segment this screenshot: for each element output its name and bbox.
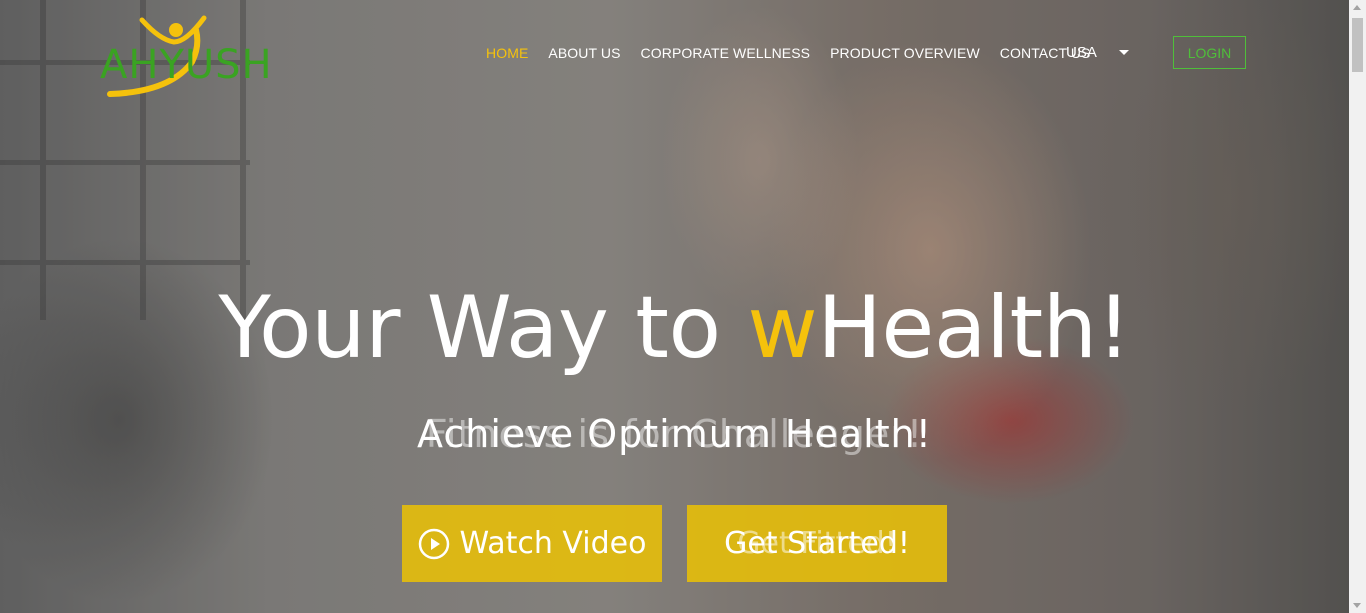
get-started-button[interactable]: Get Fitted! Get Started! [687,505,947,582]
login-button[interactable]: LOGIN [1173,36,1246,69]
scroll-up-arrow-icon[interactable] [1353,5,1361,10]
logo-text: AHYUSH [100,42,273,88]
vertical-scrollbar[interactable] [1349,0,1366,613]
main-nav: HOME ABOUT US CORPORATE WELLNESS PRODUCT… [486,44,1111,62]
headline-before: Your Way to [218,278,748,378]
headline-after: Health! [817,278,1131,378]
subtitle-text: Achieve Optimum Health! [417,412,932,456]
play-circle-icon [418,528,449,559]
nav-corporate-wellness[interactable]: CORPORATE WELLNESS [641,45,811,61]
watch-video-label: Watch Video [459,526,647,561]
nav-home[interactable]: HOME [486,45,528,61]
nav-about-us[interactable]: ABOUT US [548,45,620,61]
brand-logo[interactable]: AHYUSH [100,10,275,100]
headline-accent: w [747,278,818,378]
nav-product-overview[interactable]: PRODUCT OVERVIEW [830,45,980,61]
scroll-down-arrow-icon[interactable] [1353,603,1361,608]
chevron-down-icon [1118,50,1129,55]
country-value: USA [1066,44,1097,61]
hero-headline: Your Way to wHealth! [0,280,1349,376]
watch-video-button[interactable]: Watch Video [402,505,662,582]
scrollbar-thumb[interactable] [1352,18,1363,72]
country-select[interactable]: USA [1066,44,1129,61]
hero-subtitle: Fitness is for Challenger! Achieve Optim… [0,412,1349,462]
get-started-label: Get Started! [724,526,910,561]
